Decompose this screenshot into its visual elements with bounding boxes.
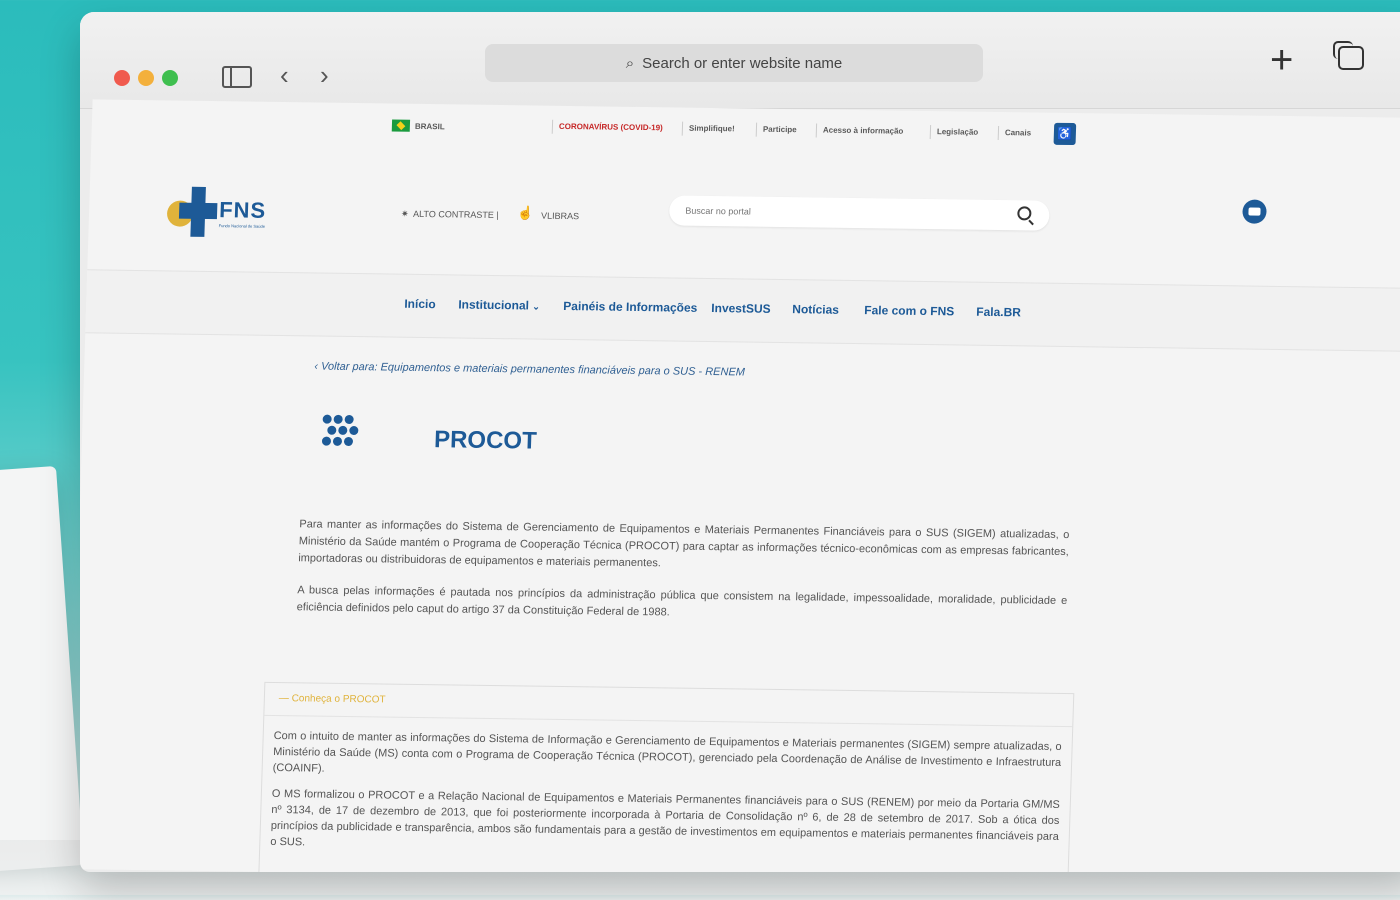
logo-cross-icon — [178, 187, 218, 238]
gov-link-covid[interactable]: CORONAVÍRUS (COVID-19) — [551, 119, 669, 136]
maximize-window-button[interactable] — [162, 70, 178, 86]
accordion-paragraph-1: Com o intuito de manter as informações d… — [272, 729, 1062, 775]
sidebar-toggle-icon[interactable] — [222, 66, 252, 88]
gov-link-acesso[interactable]: Acesso à informação — [815, 123, 910, 139]
search-icon[interactable] — [1017, 206, 1032, 221]
fns-logo[interactable]: FNS Fundo Nacional de Saúde — [166, 186, 278, 244]
new-tab-button[interactable]: + — [1270, 38, 1293, 83]
gov-country-link[interactable]: BRASIL — [415, 122, 445, 131]
portal-search — [668, 195, 1050, 231]
collapse-icon: — — [278, 693, 292, 705]
hand-sign-icon: ☝ — [516, 205, 534, 221]
nav-item-investsus[interactable]: InvestSUS — [711, 301, 771, 316]
nav-item-falabr[interactable]: Fala.BR — [976, 305, 1021, 320]
back-link-label: Voltar para: Equipamentos e materiais pe… — [320, 360, 746, 379]
intro-paragraph-2: A busca pelas informações é pautada nos … — [296, 584, 1068, 619]
high-contrast-link[interactable]: ALTO CONTRASTE | — [413, 209, 499, 220]
accordion-title: Conheça o PROCOT — [291, 693, 386, 706]
portal-search-input[interactable] — [683, 204, 988, 221]
address-bar[interactable]: ⌕ Search or enter website name — [485, 44, 983, 82]
nav-item-institucional-label: Institucional — [458, 297, 530, 313]
gov-link-simplifique[interactable]: Simplifique! — [681, 121, 741, 137]
logo-text: FNS — [218, 197, 267, 223]
nav-item-fale-com[interactable]: Fale com o FNS — [864, 303, 954, 318]
vlibras-link[interactable]: VLIBRAS — [541, 211, 579, 222]
minimize-window-button[interactable] — [138, 70, 154, 86]
forward-arrow-icon[interactable]: › — [320, 60, 329, 91]
nav-item-institucional[interactable]: Institucional ⌄ — [458, 297, 540, 312]
address-placeholder: Search or enter website name — [642, 54, 843, 72]
gov-link-legislacao[interactable]: Legislação — [929, 125, 985, 140]
accordion-conheca-procot: — Conheça o PROCOT Com o intuito de mant… — [258, 681, 1075, 872]
back-arrow-icon[interactable]: ‹ — [280, 60, 289, 91]
search-icon: ⌕ — [625, 54, 635, 72]
main-nav: Início Institucional ⌄ Painéis de Inform… — [85, 269, 1400, 352]
browser-window: ‹ › ⌕ Search or enter website name + BRA… — [80, 12, 1400, 872]
chevron-down-icon: ⌄ — [532, 301, 540, 312]
browser-toolbar: ‹ › ⌕ Search or enter website name + — [80, 12, 1400, 109]
brazil-flag-icon — [391, 119, 411, 132]
nav-item-inicio[interactable]: Início — [404, 297, 436, 311]
back-link[interactable]: ‹ Voltar para: Equipamentos e materiais … — [314, 360, 745, 378]
gov-link-participe[interactable]: Participe — [755, 122, 803, 138]
high-contrast-icon: ✷ — [400, 208, 409, 219]
nav-item-paineis[interactable]: Painéis de Informações — [563, 299, 697, 315]
nav-item-noticias[interactable]: Notícias — [792, 302, 839, 317]
youtube-icon[interactable] — [1242, 199, 1267, 224]
logo-subtitle: Fundo Nacional de Saúde — [218, 223, 266, 229]
close-window-button[interactable] — [114, 70, 130, 86]
page-title: PROCOT — [433, 426, 538, 455]
gov-link-canais[interactable]: Canais — [997, 126, 1038, 141]
accordion-body: Com o intuito de manter as informações d… — [260, 716, 1072, 861]
accessibility-icon[interactable]: ♿ — [1053, 122, 1077, 146]
tab-overview-icon[interactable] — [1333, 41, 1364, 70]
procot-dots-icon — [321, 414, 363, 456]
web-page: BRASIL CORONAVÍRUS (COVID-19) Simplifiqu… — [80, 99, 1400, 872]
background-sheet — [0, 465, 84, 875]
intro-paragraph-1: Para manter as informações do Sistema de… — [298, 518, 1070, 570]
accordion-paragraph-2: O MS formalizou o PROCOT e a Relação Nac… — [270, 787, 1060, 849]
